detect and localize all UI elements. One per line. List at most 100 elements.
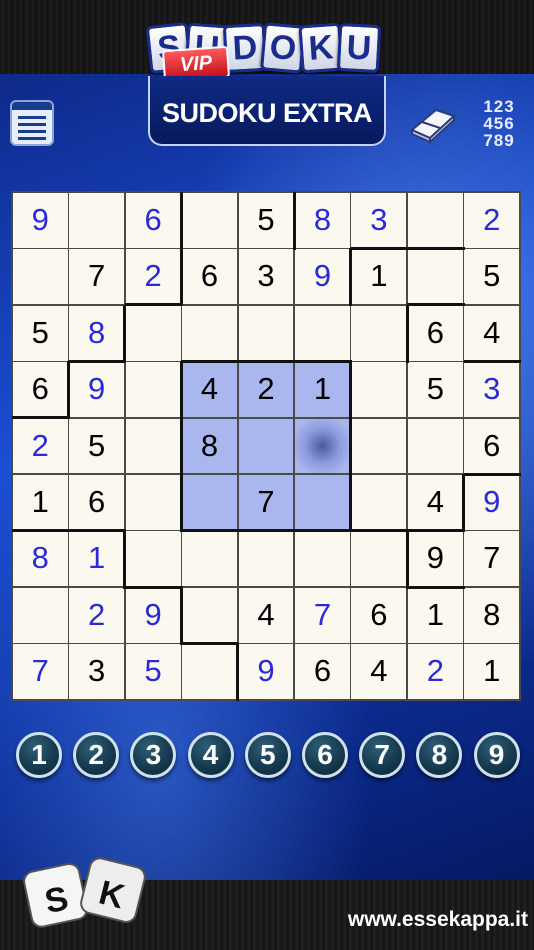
board-cell[interactable]	[125, 305, 181, 361]
board-cell[interactable]	[182, 644, 238, 700]
board-cell[interactable]	[12, 587, 68, 643]
board-cell[interactable]	[12, 249, 68, 305]
board-cell[interactable]	[125, 531, 181, 587]
region-border	[179, 587, 183, 646]
board-cell[interactable]: 6	[182, 249, 238, 305]
board-cell[interactable]: 5	[12, 305, 68, 361]
board-cell[interactable]: 6	[12, 362, 68, 418]
selected-cell[interactable]	[294, 418, 350, 474]
board-cell[interactable]: 4	[182, 362, 238, 418]
board-cell[interactable]: 4	[238, 587, 294, 643]
board-cell[interactable]: 2	[407, 644, 463, 700]
digit-button-1[interactable]: 1	[16, 732, 62, 778]
digit-button-2[interactable]: 2	[73, 732, 120, 778]
board-cell[interactable]: 6	[294, 644, 350, 700]
board-cell[interactable]: 9	[69, 362, 125, 418]
board-cell[interactable]: 9	[125, 587, 181, 643]
board-cell[interactable]: 9	[238, 644, 294, 700]
board-cell[interactable]: 7	[238, 474, 294, 530]
digit-button-4[interactable]: 4	[187, 732, 234, 778]
digit-button-7[interactable]: 7	[359, 732, 406, 778]
website-link[interactable]: www.essekappa.it	[300, 908, 528, 932]
board-cell[interactable]	[294, 531, 350, 587]
board-cell[interactable]: 7	[12, 644, 68, 700]
board-cell[interactable]: 4	[407, 474, 463, 530]
digit-button-6[interactable]: 6	[302, 732, 348, 778]
board-cell[interactable]: 5	[125, 644, 181, 700]
board-cell[interactable]: 8	[69, 305, 125, 361]
board-cell[interactable]: 8	[294, 192, 350, 248]
board-cell[interactable]: 5	[464, 249, 520, 305]
board-cell[interactable]	[351, 305, 407, 361]
board-cell[interactable]	[351, 531, 407, 587]
board-cell[interactable]	[351, 362, 407, 418]
board-cell[interactable]: 2	[464, 192, 520, 248]
board-cell[interactable]: 1	[407, 587, 463, 643]
board-cell[interactable]	[238, 305, 294, 361]
board-cell[interactable]: 3	[351, 192, 407, 248]
board-cell[interactable]: 3	[69, 644, 125, 700]
board-cell[interactable]	[125, 474, 181, 530]
board-cell[interactable]	[351, 418, 407, 474]
board-cell[interactable]	[407, 418, 463, 474]
region-border	[407, 246, 466, 250]
digit-button-5[interactable]: 5	[244, 732, 291, 778]
numbers-toggle-button[interactable]: 123 456 789	[474, 98, 524, 150]
board-cell[interactable]	[125, 362, 181, 418]
numbers-toggle-row: 456	[483, 114, 515, 133]
board-cell[interactable]: 3	[464, 362, 520, 418]
board-cell[interactable]: 8	[464, 587, 520, 643]
board-cell[interactable]	[182, 531, 238, 587]
board-cell[interactable]: 2	[12, 418, 68, 474]
board-cell[interactable]	[182, 474, 238, 530]
board-cell[interactable]: 2	[69, 587, 125, 643]
board-cell[interactable]: 7	[464, 531, 520, 587]
board-cell[interactable]: 1	[464, 644, 520, 700]
region-border	[463, 359, 522, 363]
board-cell[interactable]	[69, 192, 125, 248]
board-cell[interactable]	[294, 474, 350, 530]
board-cell[interactable]: 2	[238, 362, 294, 418]
digit-button-8[interactable]: 8	[416, 732, 463, 778]
board-cell[interactable]: 3	[238, 249, 294, 305]
board-cell[interactable]: 5	[407, 362, 463, 418]
board-cell[interactable]	[407, 249, 463, 305]
board-cell[interactable]: 9	[407, 531, 463, 587]
board-cell[interactable]: 1	[69, 531, 125, 587]
board-cell[interactable]: 4	[464, 305, 520, 361]
board-cell[interactable]: 8	[182, 418, 238, 474]
board-cell[interactable]: 6	[464, 418, 520, 474]
board-cell[interactable]	[182, 192, 238, 248]
board-cell[interactable]: 9	[12, 192, 68, 248]
board-cell[interactable]: 2	[125, 249, 181, 305]
board-cell[interactable]: 6	[69, 474, 125, 530]
board-cell[interactable]: 4	[351, 644, 407, 700]
digit-button-3[interactable]: 3	[130, 732, 177, 778]
board-cell[interactable]: 7	[69, 249, 125, 305]
board-cell[interactable]: 9	[294, 249, 350, 305]
board-cell[interactable]: 1	[351, 249, 407, 305]
eraser-icon[interactable]	[406, 104, 458, 145]
region-border	[12, 529, 70, 533]
board-cell[interactable]: 5	[238, 192, 294, 248]
board-cell[interactable]	[182, 587, 238, 643]
board-cell[interactable]	[125, 418, 181, 474]
region-border	[124, 585, 183, 589]
board-cell[interactable]	[182, 305, 238, 361]
board-cell[interactable]	[238, 531, 294, 587]
board-cell[interactable]: 6	[351, 587, 407, 643]
board-cell[interactable]: 8	[12, 531, 68, 587]
board-cell[interactable]: 1	[12, 474, 68, 530]
board-cell[interactable]: 5	[69, 418, 125, 474]
board-cell[interactable]	[407, 192, 463, 248]
board-cell[interactable]: 9	[464, 474, 520, 530]
board-cell[interactable]	[238, 418, 294, 474]
board-cell[interactable]: 6	[407, 305, 463, 361]
board-cell[interactable]	[351, 474, 407, 530]
board-cell[interactable]: 1	[294, 362, 350, 418]
board-cell[interactable]: 6	[125, 192, 181, 248]
board-cell[interactable]	[294, 305, 350, 361]
board-cell[interactable]: 7	[294, 587, 350, 643]
digit-button-9[interactable]: 9	[473, 732, 520, 778]
list-menu-icon[interactable]	[10, 100, 54, 146]
